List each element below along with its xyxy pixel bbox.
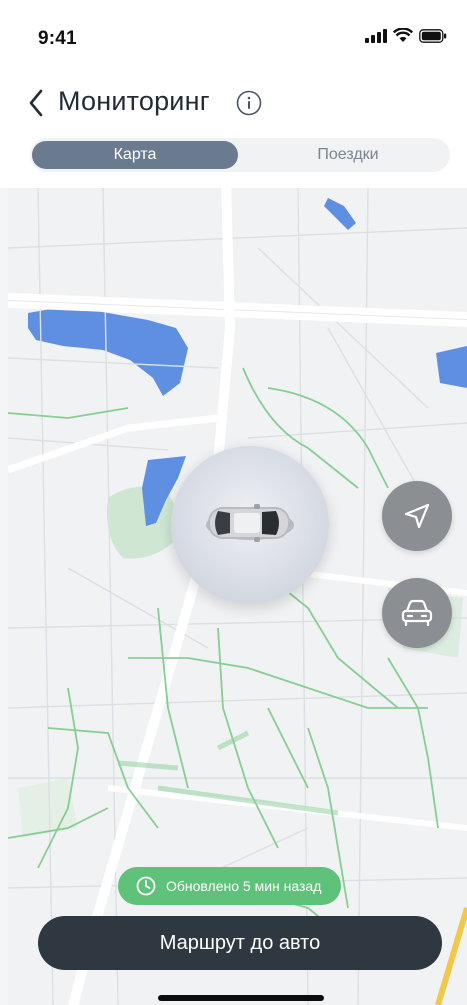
- clock-icon: [136, 876, 156, 896]
- status-bar: 9:41: [0, 0, 467, 60]
- chevron-left-icon: [29, 89, 43, 117]
- back-button[interactable]: [22, 86, 50, 120]
- last-updated-badge: Обновлено 5 мин назад: [118, 867, 342, 905]
- info-button[interactable]: [236, 90, 262, 116]
- screen: 9:41 Мониторинг Карта Поездки Обновлено …: [0, 0, 467, 1005]
- navigation-button[interactable]: [382, 481, 452, 551]
- header: Мониторинг Карта Поездки: [0, 60, 467, 188]
- map-view[interactable]: Обновлено 5 мин назад Маршрут до авто: [8, 188, 467, 1005]
- home-indicator: [158, 995, 324, 1001]
- navigation-arrow-icon: [404, 503, 430, 529]
- tab-map-label: Карта: [113, 146, 157, 163]
- tab-map[interactable]: Карта: [32, 141, 238, 169]
- last-updated-text: Обновлено 5 мин назад: [166, 878, 322, 894]
- car-top-view-icon[interactable]: [204, 501, 294, 545]
- status-time: 9:41: [38, 28, 77, 49]
- tab-trips[interactable]: Поездки: [248, 141, 448, 169]
- signal-icon: [365, 28, 387, 43]
- status-icons: [365, 28, 447, 43]
- route-to-car-button[interactable]: Маршрут до авто: [38, 916, 442, 970]
- wifi-icon: [393, 28, 413, 42]
- view-switcher: Карта Поездки: [30, 138, 450, 172]
- tab-trips-label: Поездки: [317, 146, 379, 163]
- page-title: Мониторинг: [58, 86, 210, 116]
- battery-icon: [419, 28, 447, 43]
- route-to-car-label: Маршрут до авто: [159, 931, 321, 954]
- info-icon: [236, 90, 262, 116]
- find-car-button[interactable]: [382, 578, 452, 648]
- car-front-icon: [401, 599, 433, 627]
